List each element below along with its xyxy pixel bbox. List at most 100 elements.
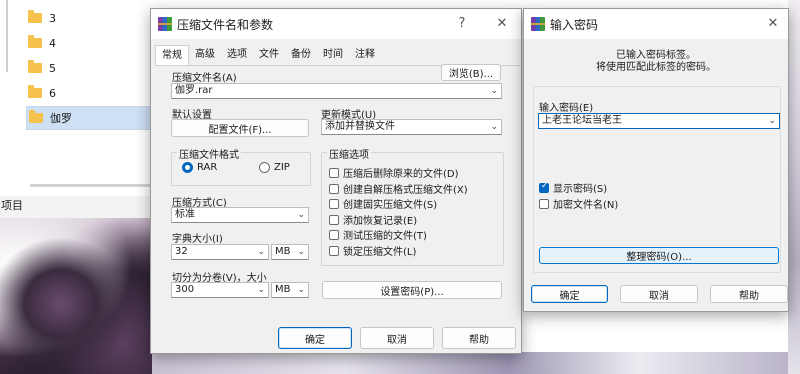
winrar-icon — [531, 17, 545, 31]
method-select[interactable]: 标准 ⌄ — [171, 207, 309, 223]
archive-name-combo[interactable]: 伽罗.rar ⌄ — [171, 83, 502, 99]
chevron-down-icon[interactable]: ⌄ — [297, 245, 305, 259]
tab-options[interactable]: 选项 — [221, 45, 253, 65]
dict-unit-value: MB — [275, 246, 291, 257]
tab-advanced[interactable]: 高级 — [189, 45, 221, 65]
ok-button[interactable]: 确定 — [278, 327, 352, 349]
checkbox-icon — [539, 181, 549, 193]
option-label: 压缩后删除原来的文件(D) — [343, 169, 459, 180]
archive-name-value: 伽罗.rar — [175, 85, 213, 96]
password-input[interactable]: 上老王论坛当老王 ⌄ — [538, 113, 780, 129]
chevron-down-icon[interactable]: ⌄ — [490, 120, 498, 134]
checkbox-icon — [329, 214, 339, 225]
option-test-checkbox[interactable]: 测试压缩的文件(T) — [329, 227, 427, 242]
update-mode-value: 添加并替换文件 — [325, 121, 395, 132]
chevron-down-icon[interactable]: ⌄ — [257, 283, 265, 297]
format-rar-label: RAR — [197, 162, 218, 173]
format-zip-radio[interactable]: ZIP — [259, 162, 290, 173]
dialog-title: 压缩文件名和参数 — [177, 17, 274, 32]
cancel-button[interactable]: 取消 — [360, 327, 434, 349]
dict-size-value: 32 — [175, 246, 188, 257]
cancel-button[interactable]: 取消 — [620, 285, 698, 303]
folder-item[interactable]: 6 — [28, 82, 146, 104]
checkbox-icon — [329, 167, 339, 178]
tab-time[interactable]: 时间 — [317, 45, 349, 65]
wallpaper-strip — [152, 352, 800, 374]
password-info-line-2: 将使用匹配此标签的密码。 — [596, 62, 716, 73]
option-sfx-checkbox[interactable]: 创建自解压格式压缩文件(X) — [329, 181, 468, 196]
option-delete-after-checkbox[interactable]: 压缩后删除原来的文件(D) — [329, 165, 459, 180]
format-zip-label: ZIP — [274, 162, 290, 173]
folder-icon — [29, 110, 43, 123]
folder-label: 5 — [49, 61, 56, 75]
winrar-icon — [158, 17, 172, 31]
tab-files[interactable]: 文件 — [253, 45, 285, 65]
method-value: 标准 — [175, 209, 195, 220]
ok-button[interactable]: 确定 — [531, 285, 608, 303]
set-password-button[interactable]: 设置密码(P)... — [322, 281, 502, 299]
help-button[interactable]: 帮助 — [442, 327, 516, 349]
split-unit-value: MB — [275, 284, 291, 295]
enter-password-dialog: 输入密码 ✕ 已输入密码标签。 将使用匹配此标签的密码。 输入密码(E) 上老王… — [523, 8, 789, 312]
folder-label: 4 — [49, 36, 56, 50]
tab-general[interactable]: 常规 — [155, 45, 189, 67]
close-icon[interactable]: ✕ — [764, 15, 782, 33]
password-value: 上老王论坛当老王 — [542, 115, 622, 126]
folder-label: 伽罗 — [50, 112, 72, 125]
option-lock-checkbox[interactable]: 锁定压缩文件(L) — [329, 243, 416, 258]
split-size-select[interactable]: 300 ⌄ — [171, 282, 269, 298]
checkbox-icon — [329, 245, 339, 256]
file-explorer-pane: 3 4 5 6 伽罗 — [0, 0, 152, 190]
option-recovery-record-checkbox[interactable]: 添加恢复记录(E) — [329, 212, 417, 227]
folder-icon — [28, 60, 42, 73]
folder-label: 6 — [49, 86, 56, 100]
items-label: 项目 — [0, 196, 153, 219]
dialog-titlebar[interactable]: 压缩文件名和参数 ? ✕ — [151, 9, 521, 39]
dict-size-select[interactable]: 32 ⌄ — [171, 244, 269, 260]
tab-comment[interactable]: 注释 — [349, 45, 381, 65]
option-label: 创建自解压格式压缩文件(X) — [343, 185, 468, 196]
folder-icon — [28, 35, 42, 48]
format-group-title: 压缩文件格式 — [177, 146, 241, 161]
archive-parameters-dialog: 压缩文件名和参数 ? ✕ 常规 高级 选项 文件 备份 时间 注释 压缩文件名(… — [150, 8, 522, 354]
chevron-down-icon[interactable]: ⌄ — [297, 283, 305, 297]
close-icon[interactable]: ✕ — [493, 15, 511, 33]
chevron-down-icon[interactable]: ⌄ — [257, 245, 265, 259]
folder-item[interactable]: 5 — [28, 57, 146, 79]
update-mode-select[interactable]: 添加并替换文件 ⌄ — [321, 119, 502, 135]
chevron-down-icon[interactable]: ⌄ — [490, 84, 498, 98]
format-rar-radio[interactable]: RAR — [182, 162, 217, 173]
tab-backup[interactable]: 备份 — [285, 45, 317, 65]
organize-passwords-button[interactable]: 整理密码(O)... — [539, 247, 779, 264]
wallpaper-edge — [788, 0, 800, 374]
help-button[interactable]: 帮助 — [710, 285, 788, 303]
folder-item[interactable]: 4 — [28, 32, 146, 54]
show-password-checkbox[interactable]: 显示密码(S) — [539, 180, 607, 195]
option-label: 锁定压缩文件(L) — [343, 247, 417, 258]
chevron-down-icon[interactable]: ⌄ — [768, 114, 776, 128]
chevron-down-icon[interactable]: ⌄ — [297, 208, 305, 222]
vertical-scrollbar[interactable] — [6, 0, 8, 72]
archive-name-label: 压缩文件名(A) — [172, 73, 237, 84]
option-solid-checkbox[interactable]: 创建固实压缩文件(S) — [329, 196, 437, 211]
encrypt-file-names-checkbox[interactable]: 加密文件名(N) — [539, 196, 618, 211]
folder-icon — [28, 10, 42, 23]
folder-icon — [28, 85, 42, 98]
folder-item[interactable]: 3 — [28, 7, 146, 29]
checkbox-icon — [329, 198, 339, 209]
profiles-button[interactable]: 配置文件(F)... — [171, 119, 309, 137]
folder-item-selected[interactable]: 伽罗 — [26, 106, 152, 130]
dict-unit-select[interactable]: MB ⌄ — [271, 244, 309, 260]
dialog-title: 输入密码 — [550, 17, 599, 32]
split-size-value: 300 — [175, 284, 195, 295]
split-unit-select[interactable]: MB ⌄ — [271, 282, 309, 298]
horizontal-scrollbar[interactable] — [30, 184, 150, 187]
option-label: 测试压缩的文件(T) — [343, 231, 427, 242]
tab-bar: 常规 高级 选项 文件 备份 时间 注释 — [155, 45, 381, 67]
checkbox-icon — [329, 183, 339, 194]
dialog-titlebar[interactable]: 输入密码 ✕ — [524, 9, 788, 39]
show-password-label: 显示密码(S) — [553, 184, 608, 195]
help-icon[interactable]: ? — [453, 15, 471, 33]
browse-button[interactable]: 浏览(B)... — [441, 64, 501, 81]
options-group-title: 压缩选项 — [327, 146, 371, 161]
